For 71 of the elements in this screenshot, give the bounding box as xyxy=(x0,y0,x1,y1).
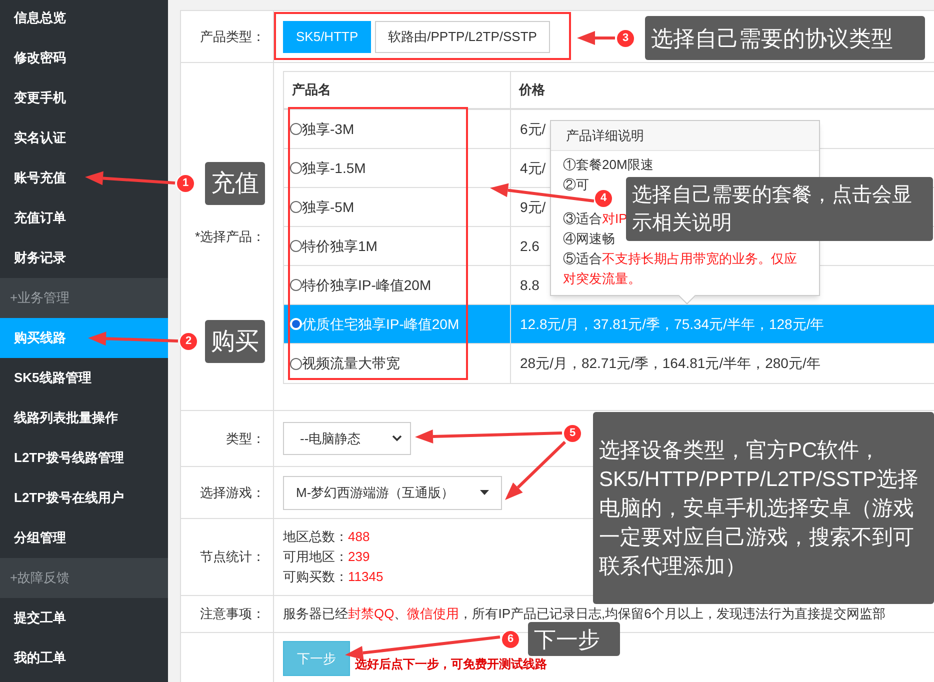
stat-value: 11345 xyxy=(348,568,384,586)
game-select[interactable]: M-梦幻西游端游（互通版） xyxy=(283,476,502,510)
popover-title: 产品详细说明 xyxy=(566,126,644,145)
product-name: 视频流量大带宽 xyxy=(302,354,400,373)
popover-line: ⑤适合不支持长期占用带宽的业务。仅应对突发流量。 xyxy=(563,250,798,288)
radio-button[interactable] xyxy=(290,162,302,174)
product-name: 特价独享1M xyxy=(302,236,378,256)
pointer-arrow xyxy=(577,31,615,45)
notice-text: 服务器已经封禁QQ、微信使用，所有IP产品已记录日志,均保留6个月以上，发现违法行为直接提交网监部 xyxy=(283,605,886,624)
product-name: 特价独享IP-峰值20M xyxy=(302,276,432,294)
stat-label: 可购买数： xyxy=(283,568,348,586)
price-text: 28元/月，82.71元/季，164.81元/半年，280元/年 xyxy=(520,354,820,373)
price-text: 6元/ xyxy=(520,120,546,138)
price-text: 2.6 xyxy=(520,236,540,256)
price-text: 9元/ xyxy=(520,198,546,216)
menu-item[interactable]: 账号充值 xyxy=(0,158,168,198)
menu-item[interactable]: 变更手机 xyxy=(0,78,168,118)
menu-group-header[interactable]: +故障反馈 xyxy=(0,558,168,598)
field-label: 注意事项： xyxy=(200,605,265,624)
field-label: 类型： xyxy=(226,430,265,448)
popover-line: ②可 xyxy=(563,176,589,194)
popover-line: ④网速畅 xyxy=(563,230,615,248)
popover-line: ③适合对IP xyxy=(563,210,628,228)
callout-note: 选择设备类型，官方PC软件，SK5/HTTP/PPTP/L2TP/SSTP选择电脑的，安卓手机选择安卓（游戏一定要对应自己游戏，搜索不到可联系代理添加） xyxy=(593,412,934,604)
column-header: 价格 xyxy=(519,81,545,100)
callout-note: 选择自己需要的协议类型 xyxy=(645,16,925,60)
menu-item[interactable]: SK5线路管理 xyxy=(0,358,168,398)
menu-group-header[interactable]: +业务管理 xyxy=(0,278,168,318)
product-name: 优质住宅独享IP-峰值20M xyxy=(302,314,460,334)
stat-label: 可用地区： xyxy=(283,548,348,566)
callout-note: 选择自己需要的套餐，点击会显示相关说明 xyxy=(626,177,933,241)
menu-item[interactable]: L2TP拨号线路管理 xyxy=(0,438,168,478)
field-label: 节点统计： xyxy=(200,548,265,566)
menu-item[interactable]: 充值订单 xyxy=(0,198,168,238)
callout-note: 购买 xyxy=(205,320,265,363)
menu-item[interactable]: 线路列表批量操作 xyxy=(0,398,168,438)
product-name: 独享-3M xyxy=(302,120,354,138)
protocol-tab[interactable]: 软路由/PPTP/L2TP/SSTP xyxy=(375,20,550,52)
next-step-hint: 选好后点下一步，可免费开测试线路 xyxy=(355,656,547,673)
menu-item[interactable]: 信息总览 xyxy=(0,0,168,38)
menu-item[interactable]: 修改密码 xyxy=(0,38,168,78)
field-label: 选择游戏： xyxy=(200,484,265,502)
popover-line: ①套餐20M限速 xyxy=(563,156,654,174)
product-name: 独享-5M xyxy=(302,198,354,216)
menu-item[interactable]: 财务记录 xyxy=(0,238,168,278)
field-label: 产品类型： xyxy=(200,28,265,46)
product-name: 独享-1.5M xyxy=(302,158,366,178)
stat-value: 488 xyxy=(348,528,370,546)
stat-value: 239 xyxy=(348,548,370,566)
menu-item[interactable]: 分组管理 xyxy=(0,518,168,558)
radio-button[interactable] xyxy=(290,123,302,135)
stat-label: 地区总数： xyxy=(283,528,348,546)
radio-button[interactable] xyxy=(290,279,302,291)
menu-item[interactable]: 我的工单 xyxy=(0,638,168,678)
caret-down-icon xyxy=(480,490,489,495)
device-type-select[interactable]: --电脑静态 xyxy=(283,422,411,455)
price-text: 8.8 xyxy=(520,276,540,294)
chevron-down-icon xyxy=(392,435,402,442)
menu-item[interactable]: 实名认证 xyxy=(0,118,168,158)
product-row[interactable]: 视频流量大带宽 28元/月，82.71元/季，164.81元/半年，280元/年 xyxy=(284,344,934,383)
menu-item[interactable]: L2TP拨号在线用户 xyxy=(0,478,168,518)
radio-button[interactable] xyxy=(290,201,302,213)
callout-note: 充值 xyxy=(205,162,265,205)
price-text: 4元/ xyxy=(520,158,546,178)
field-label: *选择产品： xyxy=(194,228,265,246)
menu-item[interactable]: 提交工单 xyxy=(0,598,168,638)
radio-button[interactable] xyxy=(290,240,302,252)
price-text: 12.8元/月，37.81元/季，75.34元/半年，128元/年 xyxy=(520,314,824,334)
column-header: 产品名 xyxy=(292,81,331,100)
callout-note: 下一步 xyxy=(528,622,620,656)
radio-button[interactable] xyxy=(290,358,302,370)
